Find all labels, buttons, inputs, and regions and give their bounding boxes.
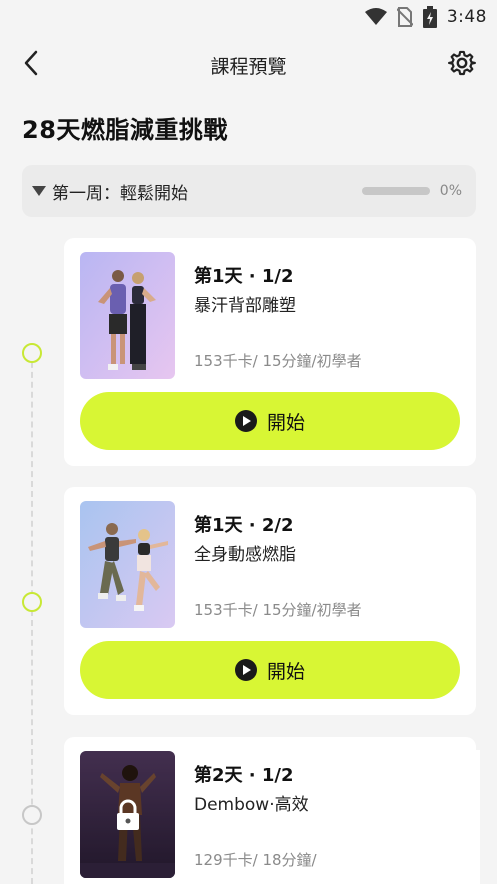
workout-day-title: 第2天 · 1/2 [194, 765, 294, 786]
gear-icon [448, 50, 476, 76]
workout-day-title: 第1天 · 1/2 [194, 266, 294, 287]
settings-button[interactable] [445, 46, 479, 80]
timeline-dot-locked [22, 805, 42, 825]
workout-card[interactable]: 第1天 · 2/2 全身動感燃脂 153千卡/ 15分鐘/初學者 開始 [64, 487, 476, 715]
workout-meta: 153千卡/ 15分鐘/初學者 [194, 352, 362, 370]
status-bar: 3:48 [0, 0, 497, 34]
lock-icon [116, 799, 139, 830]
week-label: 第一周：輕鬆開始 [52, 183, 188, 204]
start-button-label: 開始 [266, 660, 305, 683]
timeline-dot [22, 592, 42, 612]
timeline-dot [22, 343, 42, 363]
play-icon [234, 659, 257, 681]
workout-thumbnail [80, 751, 175, 878]
week-header[interactable]: 第一周：輕鬆開始 0% [22, 165, 476, 217]
start-button[interactable]: 開始 [80, 392, 460, 450]
workout-thumbnail [80, 501, 175, 628]
workout-card[interactable]: 第1天 · 1/2 暴汗背部雕塑 153千卡/ 15分鐘/初學者 開始 [64, 238, 476, 466]
play-icon [234, 410, 257, 432]
status-time: 3:48 [446, 7, 487, 27]
workout-thumbnail [80, 252, 175, 379]
no-sim-icon [396, 7, 413, 27]
workout-name: 全身動感燃脂 [194, 545, 296, 565]
app-bar: 課程預覽 [0, 40, 497, 86]
wifi-icon [364, 8, 387, 25]
workout-meta: 153千卡/ 15分鐘/初學者 [194, 601, 362, 619]
start-button[interactable]: 開始 [80, 641, 460, 699]
lock-overlay [80, 751, 175, 878]
week-progress-bar [361, 187, 430, 195]
workout-name: Dembow·高效 [194, 795, 309, 815]
workout-name: 暴汗背部雕塑 [194, 296, 296, 316]
app-bar-title: 課程預覽 [210, 56, 287, 78]
workout-meta: 129千卡/ 18分鐘/ [194, 851, 317, 869]
start-button-label: 開始 [266, 411, 305, 434]
week-progress-text: 0% [439, 183, 462, 199]
program-title: 28天燃脂減重挑戰 [22, 116, 228, 144]
workout-day-title: 第1天 · 2/2 [194, 515, 294, 536]
battery-charging-icon [422, 6, 437, 28]
caret-down-icon [32, 186, 46, 196]
fade-overlay [320, 750, 480, 884]
